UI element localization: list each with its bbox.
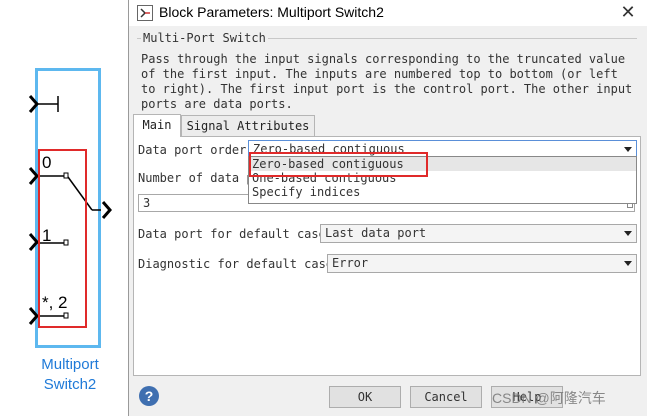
dropdown-option-specify-indices[interactable]: Specify indices [249, 185, 636, 199]
chevron-down-icon[interactable] [624, 261, 632, 266]
block-caption-line2: Switch2 [43, 376, 97, 393]
ok-button[interactable]: OK [329, 386, 401, 408]
watermark-text: CSDN @阿隆汽车 [492, 390, 606, 406]
block-parameters-app-icon [137, 5, 153, 21]
block-caption-line1: Multiport [41, 356, 99, 373]
cancel-button[interactable]: Cancel [410, 386, 482, 408]
highlight-box-ports [38, 149, 87, 328]
diagnostic-value: Error [332, 256, 369, 270]
data-port-0-chevron-icon [28, 167, 39, 185]
data-port-1-chevron-icon [28, 233, 39, 251]
default-case-value: Last data port [325, 226, 427, 240]
diagnostic-select[interactable]: Error [327, 254, 637, 273]
block-parameters-dialog: Block Parameters: Multiport Switch2 ✕ Mu… [128, 0, 647, 416]
default-case-select[interactable]: Last data port [320, 224, 637, 243]
tab-main[interactable]: Main [133, 114, 181, 137]
output-port-chevron-icon [101, 201, 112, 219]
diagnostic-label: Diagnostic for default case: [138, 257, 341, 271]
dialog-title: Block Parameters: Multiport Switch2 [159, 4, 384, 20]
highlight-box-option [249, 152, 428, 177]
chevron-down-icon[interactable] [624, 147, 632, 152]
chevron-down-icon[interactable] [624, 231, 632, 236]
num-data-ports-label: Number of data po [138, 171, 261, 185]
dialog-titlebar[interactable]: Block Parameters: Multiport Switch2 ✕ [129, 0, 647, 26]
default-case-label: Data port for default case: [138, 227, 334, 241]
help-icon[interactable]: ? [139, 386, 159, 406]
group-title: Multi-Port Switch [141, 31, 268, 45]
block-description: Pass through the input signals correspon… [141, 52, 633, 111]
data-port-2-chevron-icon [28, 307, 39, 325]
tab-signal-attributes[interactable]: Signal Attributes [181, 115, 315, 136]
control-port-chevron-icon [28, 95, 39, 113]
data-port-order-label: Data port order: [138, 143, 254, 157]
close-icon[interactable]: ✕ [617, 2, 639, 24]
